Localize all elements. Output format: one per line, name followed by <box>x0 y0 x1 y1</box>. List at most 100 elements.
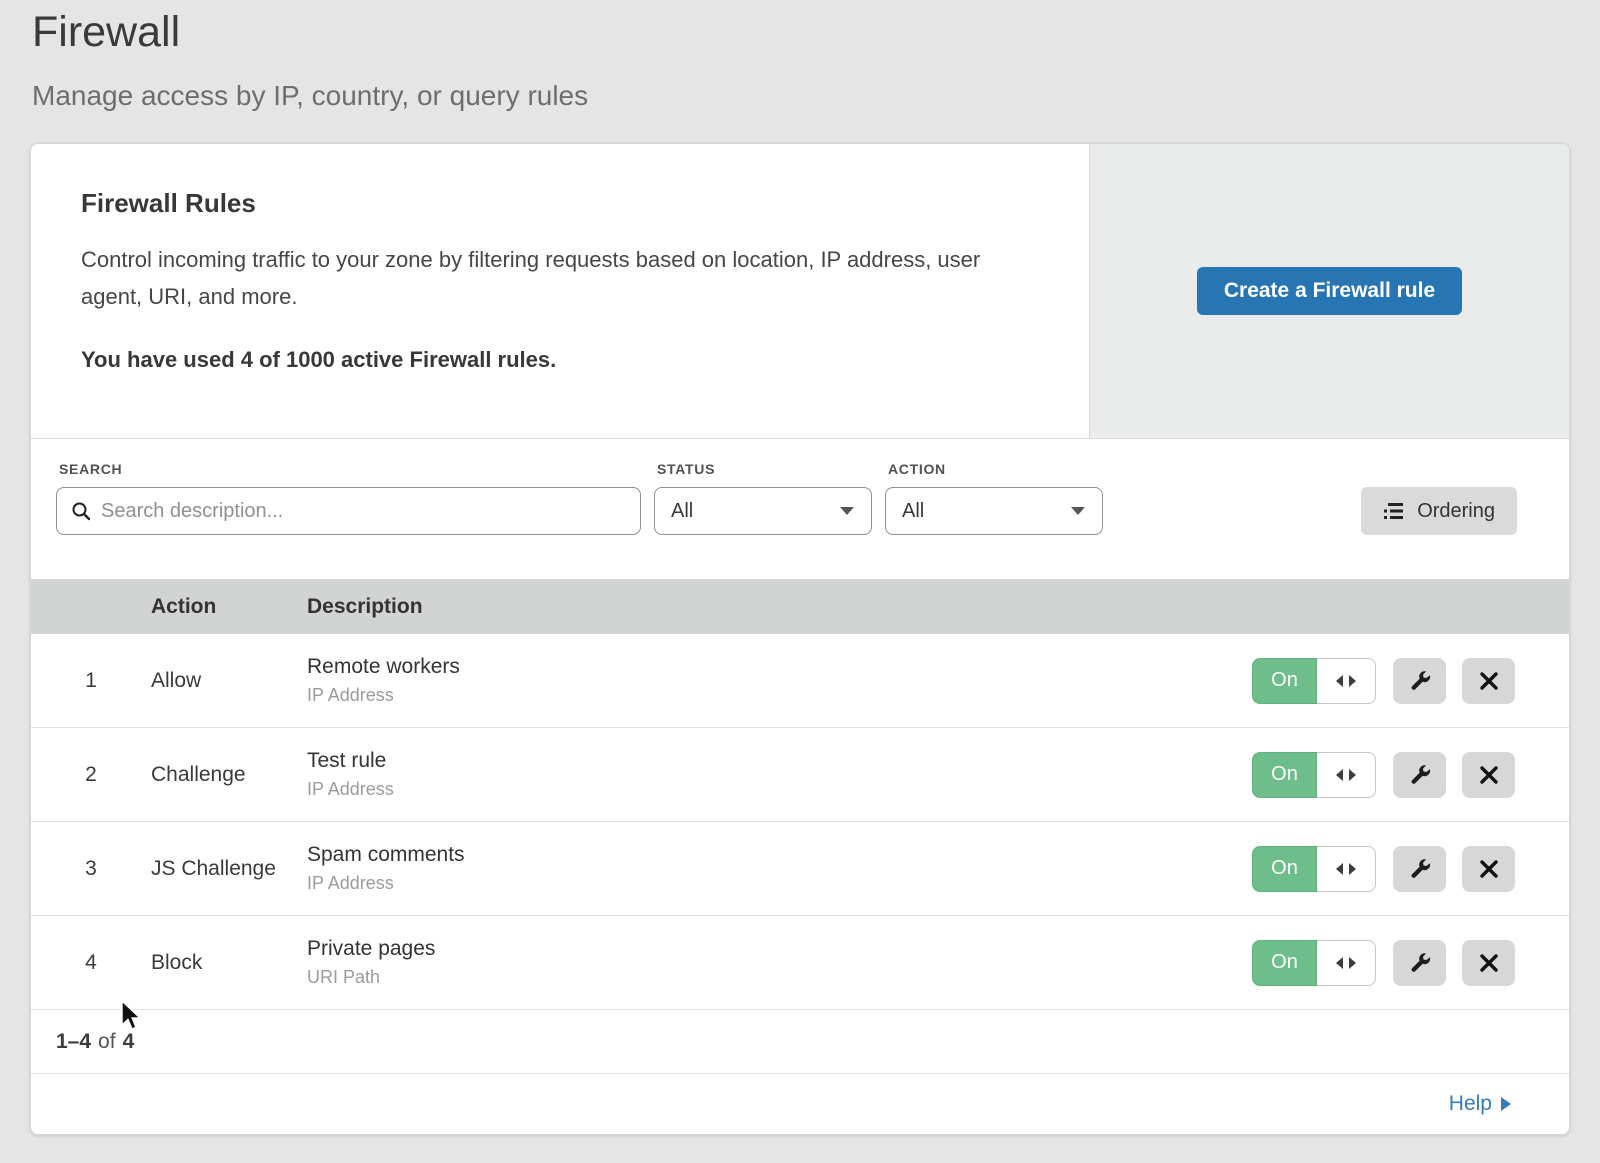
toggle-handle[interactable] <box>1317 846 1376 892</box>
action-label: ACTION <box>888 461 1103 477</box>
search-box[interactable] <box>56 487 641 535</box>
usage-note: You have used 4 of 1000 active Firewall … <box>81 347 1029 373</box>
rule-priority: 2 <box>31 763 151 787</box>
rule-action: Block <box>151 951 307 975</box>
delete-rule-button[interactable] <box>1462 658 1515 704</box>
rule-action: Allow <box>151 669 307 693</box>
delete-rule-button[interactable] <box>1462 752 1515 798</box>
wrench-icon <box>1408 669 1432 693</box>
horizontal-arrows-icon <box>1335 862 1357 876</box>
rule-controls: On <box>1252 846 1515 892</box>
help-link-label: Help <box>1449 1092 1492 1116</box>
rule-enabled-toggle[interactable]: On <box>1252 940 1376 986</box>
rule-match-field: IP Address <box>307 873 1252 894</box>
rule-match-field: IP Address <box>307 685 1252 706</box>
rule-enabled-toggle[interactable]: On <box>1252 846 1376 892</box>
edit-rule-button[interactable] <box>1393 846 1446 892</box>
rule-controls: On <box>1252 752 1515 798</box>
rule-description: Test rule IP Address <box>307 749 1252 800</box>
rule-priority: 4 <box>31 951 151 975</box>
pagination-status: 1–4 of 4 <box>31 1010 1569 1074</box>
wrench-icon <box>1408 763 1432 787</box>
close-icon <box>1479 765 1499 785</box>
horizontal-arrows-icon <box>1335 674 1357 688</box>
table-header: Action Description <box>31 579 1569 634</box>
rule-description: Private pages URI Path <box>307 937 1252 988</box>
page-title: Firewall <box>32 8 180 57</box>
ordering-button[interactable]: Ordering <box>1361 487 1517 535</box>
rule-description-title: Test rule <box>307 749 1252 773</box>
rule-match-field: URI Path <box>307 967 1252 988</box>
edit-rule-button[interactable] <box>1393 752 1446 798</box>
close-icon <box>1479 859 1499 879</box>
rule-match-field: IP Address <box>307 779 1252 800</box>
page-subtitle: Manage access by IP, country, or query r… <box>32 80 588 112</box>
table-row: 2 Challenge Test rule IP Address On <box>31 728 1569 822</box>
toggle-on-segment[interactable]: On <box>1252 940 1317 986</box>
help-arrow-icon <box>1501 1097 1511 1111</box>
card-description: Control incoming traffic to your zone by… <box>81 241 1029 315</box>
rule-controls: On <box>1252 940 1515 986</box>
chevron-down-icon <box>839 506 855 516</box>
ordering-list-icon <box>1383 501 1405 521</box>
edit-rule-button[interactable] <box>1393 658 1446 704</box>
card-top-section: Firewall Rules Control incoming traffic … <box>31 144 1569 438</box>
card-info: Firewall Rules Control incoming traffic … <box>31 144 1089 438</box>
toggle-on-segment[interactable]: On <box>1252 846 1317 892</box>
table-row: 3 JS Challenge Spam comments IP Address … <box>31 822 1569 916</box>
ordering-button-label: Ordering <box>1417 500 1495 523</box>
rule-description-title: Remote workers <box>307 655 1252 679</box>
status-filter-group: STATUS All <box>654 457 872 535</box>
rule-action: JS Challenge <box>151 857 307 881</box>
toggle-on-segment[interactable]: On <box>1252 658 1317 704</box>
wrench-icon <box>1408 857 1432 881</box>
firewall-rules-card: Firewall Rules Control incoming traffic … <box>30 143 1570 1135</box>
pagination-total: 4 <box>123 1030 135 1054</box>
delete-rule-button[interactable] <box>1462 940 1515 986</box>
toggle-handle[interactable] <box>1317 752 1376 798</box>
rule-action: Challenge <box>151 763 307 787</box>
rule-priority: 3 <box>31 857 151 881</box>
help-link[interactable]: Help <box>1449 1092 1511 1116</box>
create-firewall-rule-button[interactable]: Create a Firewall rule <box>1197 267 1462 315</box>
search-icon <box>71 501 91 521</box>
table-row: 4 Block Private pages URI Path On <box>31 916 1569 1010</box>
action-column-header: Action <box>151 595 307 619</box>
pagination-separator: of <box>98 1030 116 1054</box>
rule-priority: 1 <box>31 669 151 693</box>
rule-description-title: Private pages <box>307 937 1252 961</box>
search-input[interactable] <box>101 500 626 523</box>
horizontal-arrows-icon <box>1335 768 1357 782</box>
close-icon <box>1479 953 1499 973</box>
toggle-on-segment[interactable]: On <box>1252 752 1317 798</box>
toggle-handle[interactable] <box>1317 940 1376 986</box>
description-column-header: Description <box>307 595 1569 619</box>
horizontal-arrows-icon <box>1335 956 1357 970</box>
card-heading: Firewall Rules <box>81 188 1029 219</box>
rule-description-title: Spam comments <box>307 843 1252 867</box>
status-select[interactable]: All <box>654 487 872 535</box>
rule-controls: On <box>1252 658 1515 704</box>
rule-description: Spam comments IP Address <box>307 843 1252 894</box>
status-label: STATUS <box>657 461 872 477</box>
delete-rule-button[interactable] <box>1462 846 1515 892</box>
action-select[interactable]: All <box>885 487 1103 535</box>
card-footer: Help <box>31 1074 1569 1134</box>
pagination-range: 1–4 <box>56 1030 91 1054</box>
card-aside: Create a Firewall rule <box>1089 144 1569 438</box>
wrench-icon <box>1408 951 1432 975</box>
edit-rule-button[interactable] <box>1393 940 1446 986</box>
rule-enabled-toggle[interactable]: On <box>1252 752 1376 798</box>
status-selected-value: All <box>671 500 693 523</box>
filters-bar: SEARCH STATUS All ACTION All <box>31 438 1569 579</box>
action-filter-group: ACTION All <box>885 457 1103 535</box>
search-label: SEARCH <box>59 461 641 477</box>
rule-enabled-toggle[interactable]: On <box>1252 658 1376 704</box>
search-filter-group: SEARCH <box>56 457 641 535</box>
toggle-handle[interactable] <box>1317 658 1376 704</box>
chevron-down-icon <box>1070 506 1086 516</box>
close-icon <box>1479 671 1499 691</box>
rule-description: Remote workers IP Address <box>307 655 1252 706</box>
table-row: 1 Allow Remote workers IP Address On <box>31 634 1569 728</box>
action-selected-value: All <box>902 500 924 523</box>
